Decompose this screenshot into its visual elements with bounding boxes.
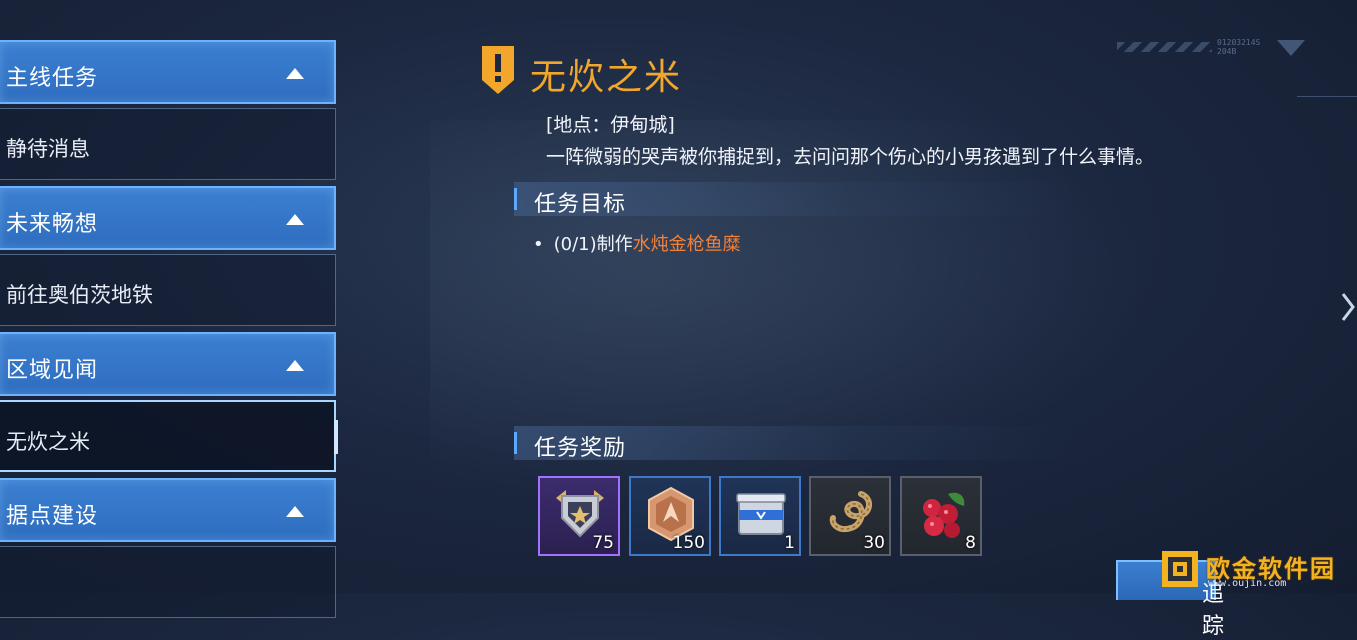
- reward-header: 任务奖励: [514, 426, 1074, 461]
- watermark: 欧金软件园 www.oujin.com: [1160, 547, 1357, 593]
- exclamation-shield-icon: [482, 46, 514, 94]
- category-label: 区域见闻: [6, 358, 99, 383]
- category-region[interactable]: 区域见闻: [0, 332, 336, 396]
- reward-item[interactable]: 1: [719, 476, 801, 556]
- collapse-arrow-icon: [286, 360, 304, 371]
- quest-description: 一阵微弱的哭声被你捕捉到，去问问那个伤心的小男孩遇到了什么事情。: [546, 146, 1155, 168]
- hud-stripe: [1117, 42, 1212, 52]
- category-label: 据点建设: [6, 504, 99, 529]
- reward-count: 8: [965, 533, 976, 553]
- collapse-arrow-icon: [286, 506, 304, 517]
- quest-sidebar: 主线任务 静待消息 未来畅想 前往奥伯茨地铁 区域见闻 无炊之米 据点建设: [0, 40, 338, 624]
- category-label: 未来畅想: [6, 212, 99, 237]
- reward-count: 75: [592, 533, 614, 553]
- objective-target: 水炖金枪鱼糜: [632, 234, 741, 255]
- reward-item[interactable]: 8: [900, 476, 982, 556]
- quest-item-label: 无炊之米: [6, 430, 90, 454]
- reward-item[interactable]: 75: [538, 476, 620, 556]
- quest-item[interactable]: 静待消息: [0, 108, 336, 180]
- quest-title: 无炊之米: [530, 57, 683, 98]
- watermark-url: www.oujin.com: [1208, 578, 1287, 589]
- objective-line: • (0/1)制作水炖金枪鱼糜: [533, 230, 741, 256]
- chevron-right-icon[interactable]: [1341, 292, 1355, 322]
- header-accent-bar: [514, 432, 517, 454]
- objective-bullet: •: [533, 234, 544, 255]
- objective-header-label: 任务目标: [534, 192, 627, 217]
- category-base[interactable]: 据点建设: [0, 478, 336, 542]
- hud-decoration: 01203214S 204B: [1117, 38, 1305, 58]
- quest-location: [地点：伊甸城]: [546, 114, 675, 136]
- objective-header: 任务目标: [514, 182, 1074, 217]
- hud-code-top: 01203214S: [1217, 38, 1261, 47]
- quest-item-label: 前往奥伯茨地铁: [6, 283, 153, 307]
- quest-item[interactable]: [0, 546, 336, 618]
- category-label: 主线任务: [6, 66, 99, 91]
- supply-crate-icon: [736, 493, 786, 535]
- category-main[interactable]: 主线任务: [0, 40, 336, 104]
- selection-indicator: [334, 420, 338, 454]
- collapse-arrow-icon: [286, 68, 304, 79]
- quest-item-label: 静待消息: [6, 137, 90, 161]
- watermark-logo-icon: [1162, 551, 1198, 587]
- quest-item[interactable]: 前往奥伯茨地铁: [0, 254, 336, 326]
- reward-count: 1: [784, 533, 795, 553]
- hud-line: [1297, 96, 1357, 97]
- header-accent-bar: [514, 188, 517, 210]
- category-future[interactable]: 未来畅想: [0, 186, 336, 250]
- reward-item[interactable]: 30: [809, 476, 891, 556]
- hud-code: 01203214S 204B: [1217, 38, 1260, 56]
- reward-item[interactable]: 150: [629, 476, 711, 556]
- hud-code-bottom: 204B: [1217, 47, 1237, 56]
- raspberry-icon: [923, 492, 965, 538]
- reward-header-label: 任务奖励: [534, 436, 627, 461]
- quest-item-selected[interactable]: 无炊之米: [0, 400, 338, 472]
- hud-triangle-icon: [1277, 40, 1305, 56]
- objective-progress: (0/1)制作: [553, 234, 633, 255]
- reward-count: 150: [672, 533, 705, 553]
- collapse-arrow-icon: [286, 214, 304, 225]
- reward-count: 30: [863, 533, 885, 553]
